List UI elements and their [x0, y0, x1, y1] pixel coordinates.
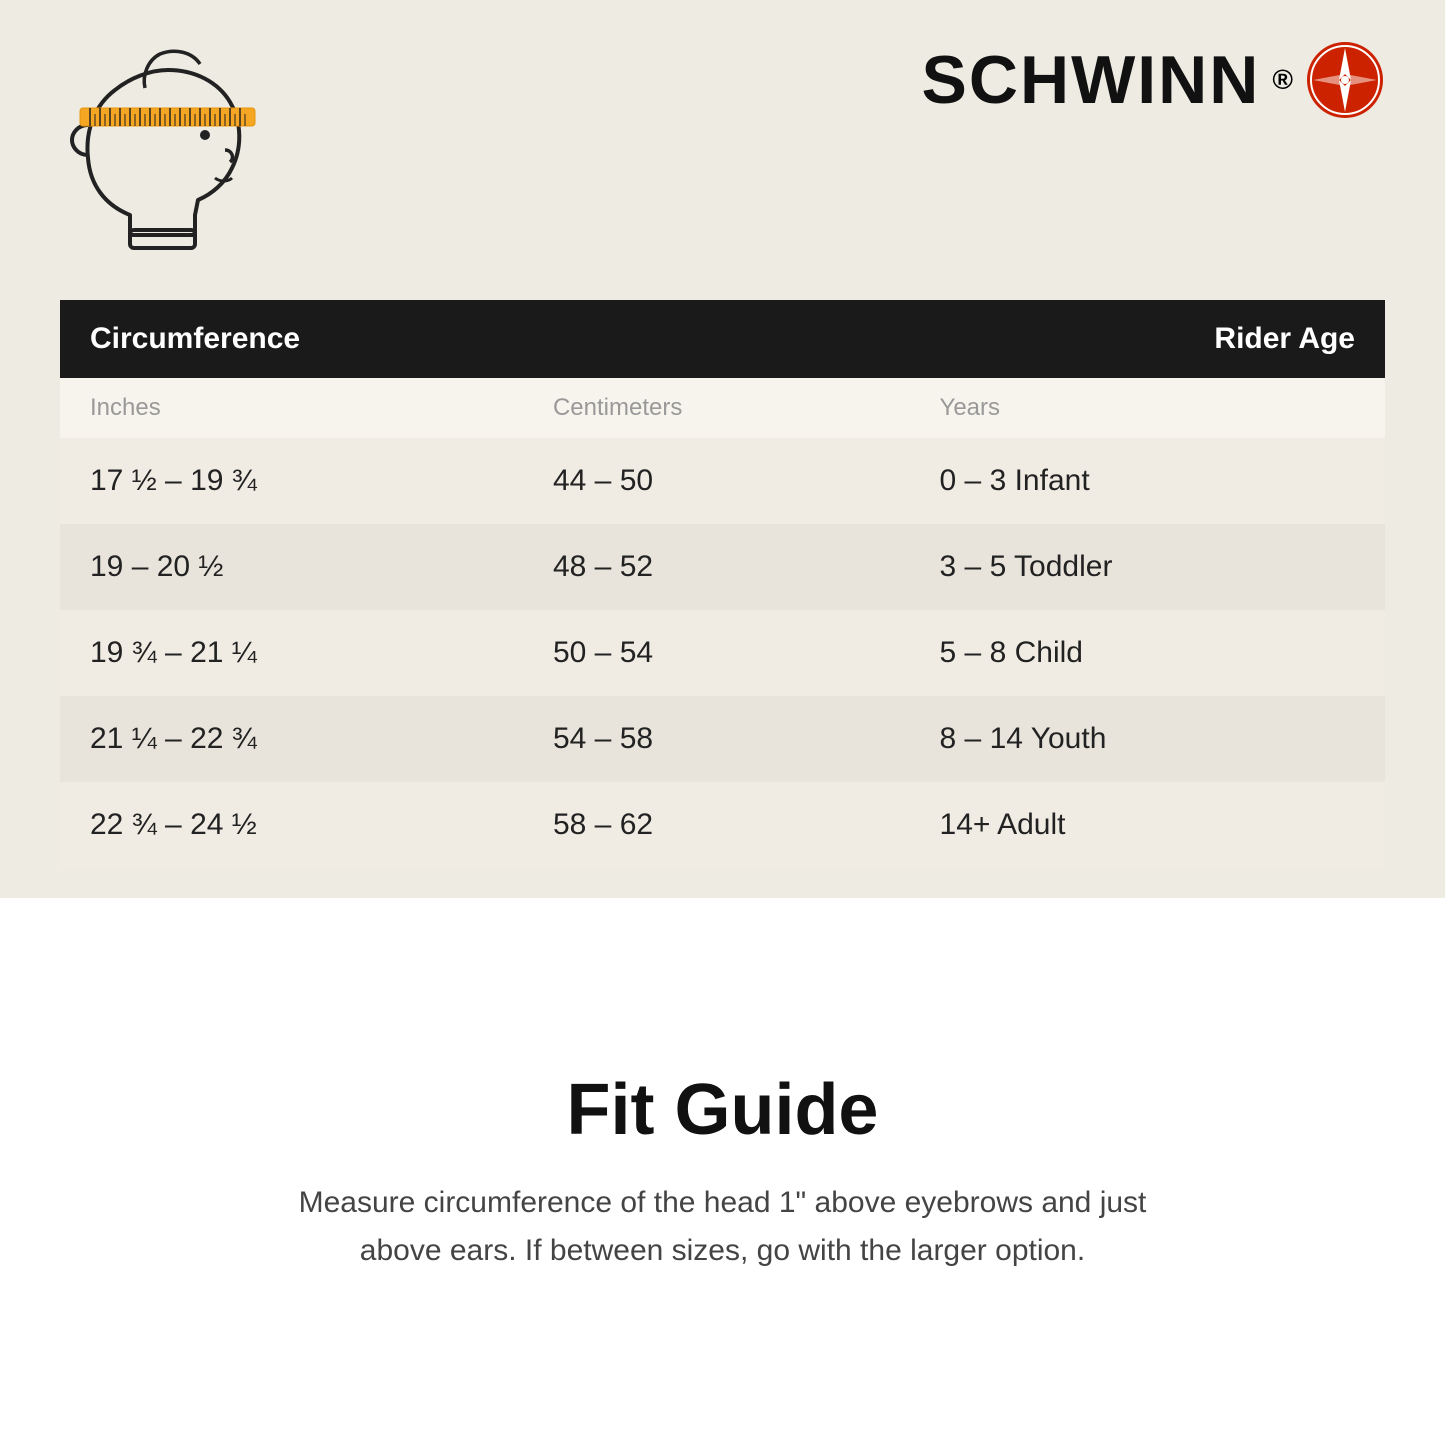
top-section: SCHWINN ® — [0, 0, 1445, 898]
head-illustration — [60, 40, 280, 260]
inches-cell: 19 ¾ – 21 ¼ — [60, 610, 523, 696]
schwinn-logo: SCHWINN ® — [922, 40, 1386, 120]
table-row: 22 ¾ – 24 ½58 – 6214+ Adult — [60, 782, 1385, 868]
table-row: 19 – 20 ½48 – 523 – 5 Toddler — [60, 524, 1385, 610]
inches-subheader: Inches — [60, 378, 523, 438]
age-cell: 14+ Adult — [910, 782, 1385, 868]
age-cell: 0 – 3 Infant — [910, 438, 1385, 524]
fit-guide-title: Fit Guide — [567, 1069, 879, 1151]
page-wrapper: SCHWINN ® — [0, 0, 1445, 1445]
inches-cell: 21 ¼ – 22 ¾ — [60, 696, 523, 782]
bottom-section: Fit Guide Measure circumference of the h… — [0, 898, 1445, 1445]
cm-subheader: Centimeters — [523, 378, 910, 438]
size-table: Circumference Rider Age Inches Centimete… — [60, 300, 1385, 868]
table-header-row: Circumference Rider Age — [60, 300, 1385, 378]
trademark-symbol: ® — [1272, 64, 1293, 96]
years-subheader: Years — [910, 378, 1385, 438]
circumference-header: Circumference — [60, 300, 910, 378]
inches-cell: 17 ½ – 19 ¾ — [60, 438, 523, 524]
table-row: 17 ½ – 19 ¾44 – 500 – 3 Infant — [60, 438, 1385, 524]
table-subheader-row: Inches Centimeters Years — [60, 378, 1385, 438]
inches-cell: 19 – 20 ½ — [60, 524, 523, 610]
brand-name: SCHWINN — [922, 41, 1261, 119]
cm-cell: 44 – 50 — [523, 438, 910, 524]
age-cell: 3 – 5 Toddler — [910, 524, 1385, 610]
age-cell: 8 – 14 Youth — [910, 696, 1385, 782]
table-row: 21 ¼ – 22 ¾54 – 588 – 14 Youth — [60, 696, 1385, 782]
header-row: SCHWINN ® — [60, 40, 1385, 260]
cm-cell: 50 – 54 — [523, 610, 910, 696]
fit-guide-description: Measure circumference of the head 1" abo… — [273, 1179, 1173, 1275]
cm-cell: 54 – 58 — [523, 696, 910, 782]
cm-cell: 48 – 52 — [523, 524, 910, 610]
cm-cell: 58 – 62 — [523, 782, 910, 868]
age-cell: 5 – 8 Child — [910, 610, 1385, 696]
rider-age-header: Rider Age — [910, 300, 1385, 378]
table-row: 19 ¾ – 21 ¼50 – 545 – 8 Child — [60, 610, 1385, 696]
compass-icon — [1305, 40, 1385, 120]
inches-cell: 22 ¾ – 24 ½ — [60, 782, 523, 868]
